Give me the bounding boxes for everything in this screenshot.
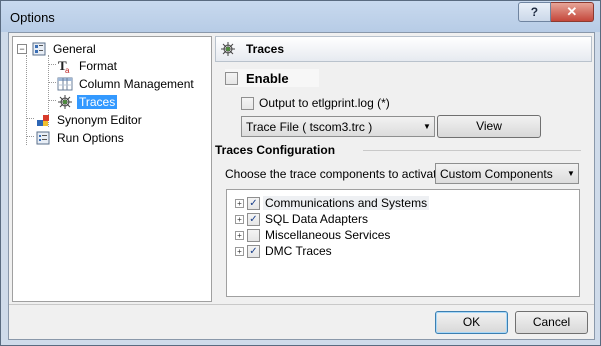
- output-log-row[interactable]: Output to etlgprint.log (*): [241, 96, 392, 110]
- components-dropdown[interactable]: Custom Components ▼: [435, 163, 579, 184]
- window-title: Options: [10, 10, 55, 25]
- expand-icon[interactable]: +: [235, 198, 244, 208]
- enable-checkbox[interactable]: [225, 71, 238, 85]
- cancel-button[interactable]: Cancel: [515, 311, 588, 334]
- footer-divider: [9, 304, 594, 305]
- svg-text:a: a: [65, 66, 70, 74]
- panel-header: Traces: [215, 36, 592, 62]
- tree-line: [48, 100, 56, 101]
- component-label: Miscellaneous Services: [265, 228, 391, 242]
- title-buttons: ? ✕: [518, 2, 594, 22]
- run-options-icon: [35, 130, 51, 146]
- expand-icon[interactable]: +: [235, 230, 244, 240]
- tree-item-label: Column Management: [79, 76, 194, 91]
- tree-item-run-options[interactable]: Run Options: [35, 129, 126, 146]
- tree-item-synonym-editor[interactable]: Synonym Editor: [35, 111, 144, 128]
- tree-line: [26, 55, 27, 145]
- tree-line: [26, 136, 34, 137]
- columns-grid-icon: [57, 76, 73, 92]
- list-item[interactable]: + ✓ SQL Data Adapters: [235, 212, 370, 226]
- tree-item-label: Synonym Editor: [57, 112, 142, 127]
- expand-icon[interactable]: +: [235, 214, 244, 224]
- tree-item-label: Run Options: [57, 130, 124, 145]
- options-window: Options ? ✕ − General T a Format Column …: [0, 0, 601, 346]
- tree-item-general[interactable]: − General: [17, 40, 98, 57]
- list-item[interactable]: + ✓ DMC Traces: [235, 244, 334, 258]
- tree-item-traces[interactable]: Traces: [57, 93, 118, 110]
- collapse-icon[interactable]: −: [17, 43, 27, 54]
- tree-line: [26, 118, 34, 119]
- output-log-label: Output to etlgprint.log (*): [259, 96, 390, 110]
- enable-checkbox-row[interactable]: Enable: [225, 69, 319, 87]
- enable-label: Enable: [246, 70, 289, 86]
- component-checkbox[interactable]: [247, 228, 260, 242]
- close-button[interactable]: ✕: [550, 2, 594, 22]
- tree-line: [48, 64, 56, 65]
- synonym-editor-icon: [35, 112, 51, 128]
- tree-item-label: General: [53, 41, 96, 56]
- font-format-icon: Ta: [57, 58, 73, 75]
- trace-file-dropdown[interactable]: Trace File ( tscom3.trc ) ▼: [241, 116, 435, 137]
- chevron-down-icon: ▼: [567, 169, 575, 178]
- panel-title: Traces: [246, 42, 285, 56]
- components-value: Custom Components: [440, 166, 553, 181]
- component-checkbox[interactable]: ✓: [247, 212, 260, 226]
- dialog-body: − General Ta Format Column Management Tr…: [8, 32, 595, 340]
- choose-components-label: Choose the trace components to activate:: [225, 167, 447, 181]
- tree-item-label: Format: [79, 58, 118, 73]
- expand-icon[interactable]: +: [235, 246, 244, 256]
- component-checkbox[interactable]: ✓: [247, 244, 260, 258]
- view-button[interactable]: View: [437, 115, 541, 138]
- bug-trace-icon: [57, 94, 73, 110]
- options-tree[interactable]: − General Ta Format Column Management Tr…: [12, 36, 212, 302]
- component-label: SQL Data Adapters: [265, 212, 368, 226]
- component-label: Communications and Systems: [263, 196, 430, 210]
- section-divider: [363, 150, 581, 151]
- tree-line: [48, 82, 56, 83]
- output-log-checkbox[interactable]: [241, 96, 254, 110]
- bug-trace-icon: [220, 41, 236, 57]
- component-label: DMC Traces: [265, 244, 332, 258]
- title-bar[interactable]: Options ? ✕: [1, 1, 600, 32]
- trace-file-value: Trace File ( tscom3.trc ): [246, 119, 373, 134]
- help-button[interactable]: ?: [518, 2, 551, 22]
- list-item[interactable]: + Miscellaneous Services: [235, 228, 392, 242]
- component-checkbox[interactable]: ✓: [247, 196, 260, 210]
- chevron-down-icon: ▼: [423, 122, 431, 131]
- components-list[interactable]: + ✓ Communications and Systems + ✓ SQL D…: [226, 189, 580, 297]
- tree-item-column-management[interactable]: Column Management: [57, 75, 196, 92]
- tree-item-format[interactable]: Ta Format: [57, 57, 119, 75]
- general-settings-icon: [31, 41, 47, 57]
- list-item[interactable]: + ✓ Communications and Systems: [235, 196, 430, 210]
- traces-configuration-title: Traces Configuration: [215, 143, 336, 157]
- ok-button[interactable]: OK: [435, 311, 508, 334]
- tree-item-label: Traces: [77, 94, 118, 109]
